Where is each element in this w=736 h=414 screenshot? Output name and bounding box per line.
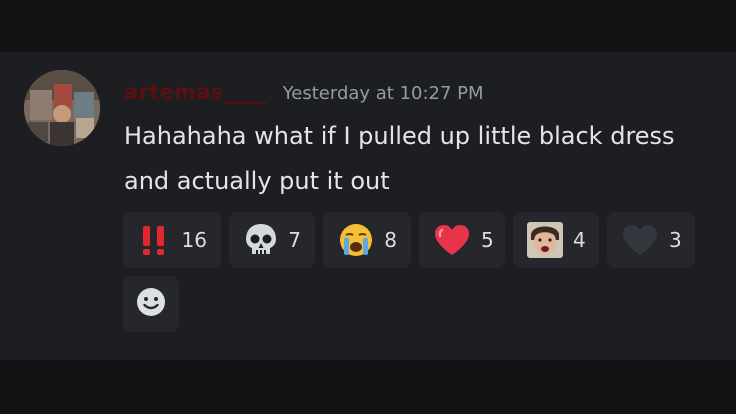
timestamp[interactable]: Yesterday at 10:27 PM [283, 83, 484, 104]
message-content: Hahahaha what if I pulled up little blac… [124, 122, 675, 195]
reaction-heart[interactable]: 5 [419, 212, 505, 268]
dark-heart-icon [621, 220, 659, 260]
reaction-custom-face[interactable]: 4 [513, 212, 599, 268]
reaction-count: 3 [669, 228, 682, 252]
reaction-count: 16 [181, 228, 207, 252]
reaction-count: 7 [288, 228, 301, 252]
reaction-count: 8 [384, 228, 397, 252]
heart-icon [433, 220, 471, 260]
reaction-crying-face[interactable]: 8 [323, 212, 411, 268]
chat-message: artemas____ Yesterday at 10:27 PM Hahaha… [0, 52, 736, 360]
message-header: artemas____ Yesterday at 10:27 PM [124, 80, 484, 108]
double-exclamation-icon [137, 220, 172, 260]
avatar[interactable] [24, 70, 100, 146]
crying-face-icon [337, 220, 374, 260]
reaction-double-exclamation[interactable]: 16 [123, 212, 221, 268]
smiley-icon [135, 286, 167, 322]
custom-face-emoji-icon [527, 220, 563, 260]
reaction-skull[interactable]: 7 [229, 212, 315, 268]
reaction-dark-heart[interactable]: 3 [607, 212, 695, 268]
bottom-bar [0, 360, 736, 414]
add-reaction-button[interactable] [123, 276, 179, 332]
reactions-bar: 16 7 8 5 4 3 [123, 212, 713, 332]
top-bar [0, 0, 736, 52]
reaction-count: 5 [481, 228, 494, 252]
skull-icon [243, 220, 278, 260]
reaction-count: 4 [573, 228, 586, 252]
username[interactable]: artemas____ [124, 80, 267, 104]
